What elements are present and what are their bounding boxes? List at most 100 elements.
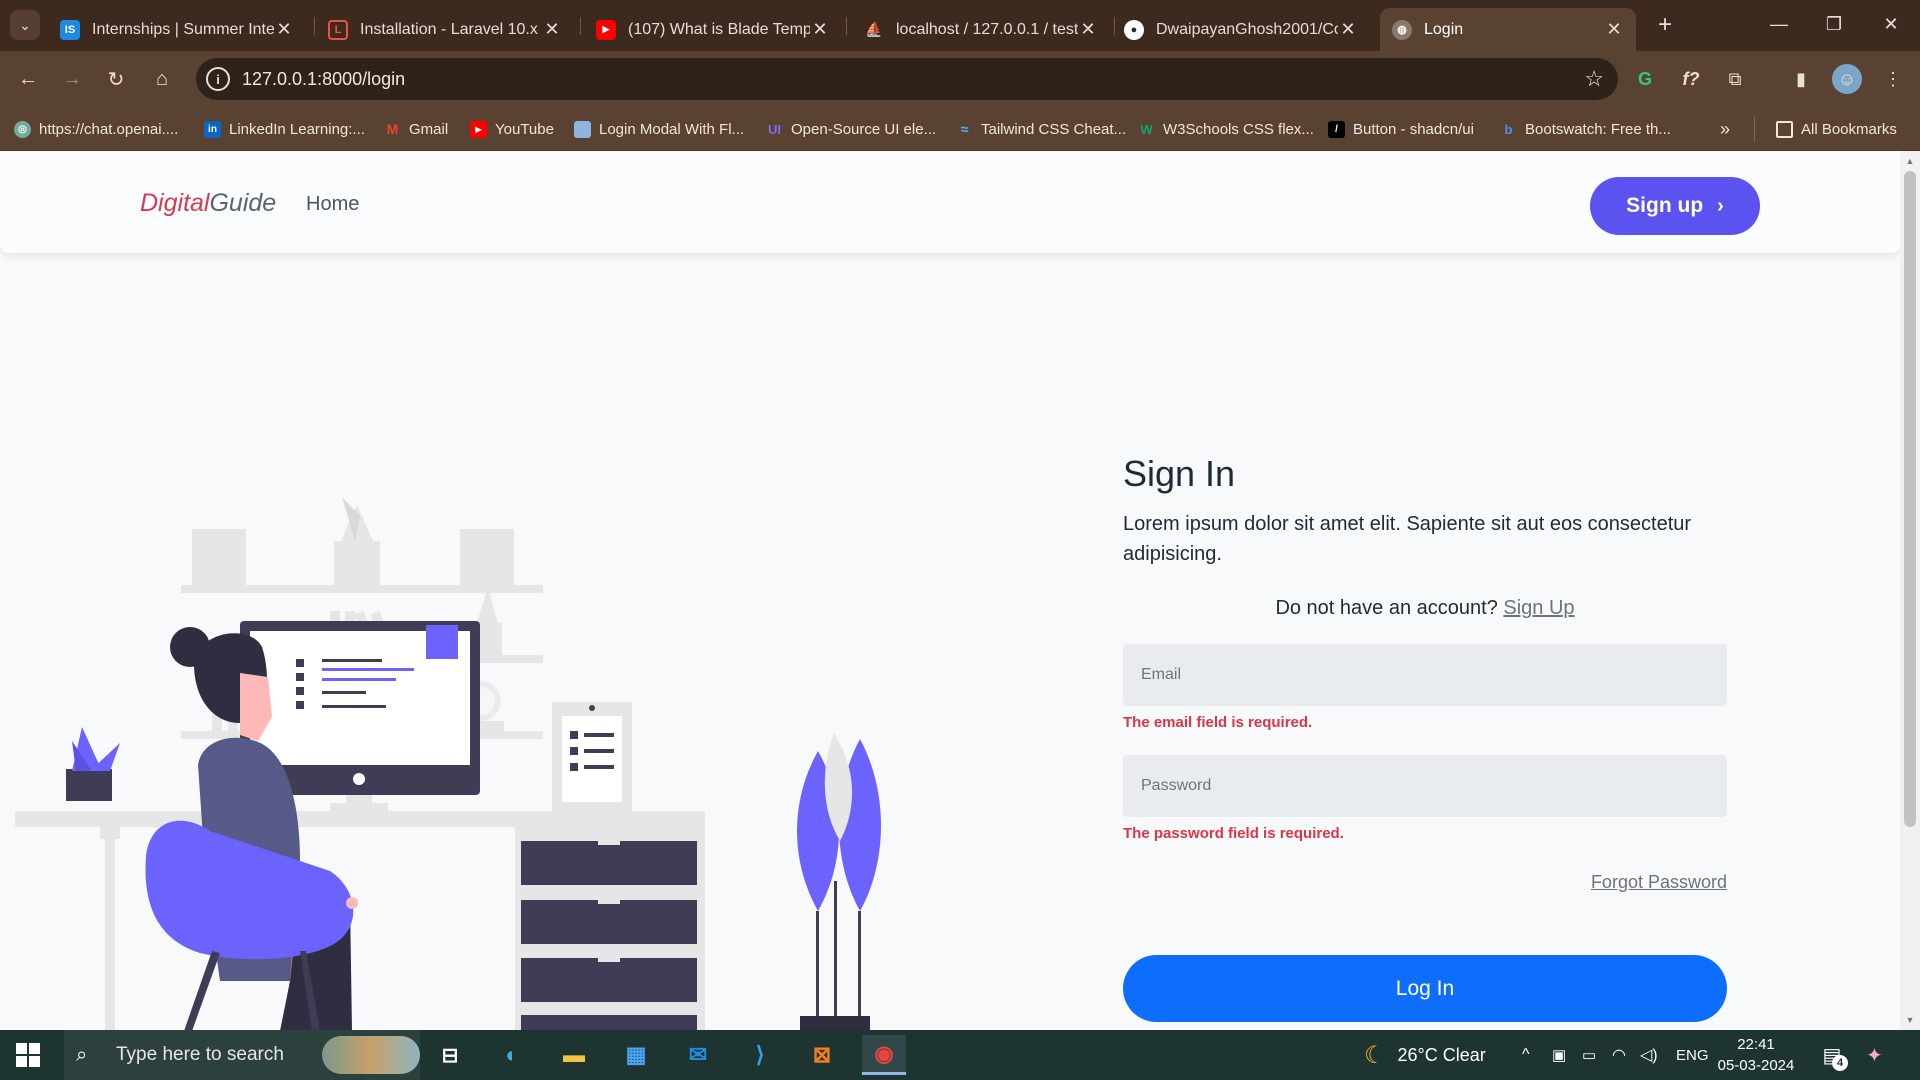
youtube-icon: ▶	[470, 120, 487, 138]
tab-title: Installation - Laravel 10.x -	[360, 20, 542, 38]
bookmark-label: Button - shadcn/ui	[1353, 120, 1474, 138]
all-bookmarks-label: All Bookmarks	[1801, 120, 1897, 138]
close-tab-icon[interactable]: ✕	[1078, 19, 1098, 40]
scroll-up-icon[interactable]: ▲	[1900, 153, 1920, 169]
bookmark-item[interactable]: b Bootswatch: Free th...	[1500, 118, 1671, 140]
battery-icon[interactable]: ▭	[1582, 1030, 1596, 1080]
task-view-icon[interactable]: ⊟	[428, 1035, 472, 1075]
bootswatch-icon: b	[1504, 121, 1513, 137]
password-field[interactable]	[1123, 755, 1727, 817]
scrollbar-thumb[interactable]	[1904, 171, 1916, 827]
bookmark-item[interactable]: Login Modal With Fl...	[574, 118, 744, 140]
close-tab-icon[interactable]: ✕	[274, 19, 294, 40]
bookmark-label: Tailwind CSS Cheat...	[981, 120, 1127, 138]
menu-kebab-icon[interactable]: ⋮	[1878, 64, 1908, 94]
volume-icon[interactable]: ◁)	[1640, 1030, 1658, 1080]
language-indicator[interactable]: ENG	[1676, 1030, 1709, 1080]
login-button[interactable]: Log In	[1123, 955, 1727, 1022]
gmail-icon: M	[386, 121, 399, 137]
weather-widget[interactable]: ☾ 26°C Clear	[1364, 1030, 1486, 1080]
more-bookmarks-chevron-icon[interactable]: »	[1720, 118, 1730, 140]
taskbar-search[interactable]: ⌕ Type here to search	[64, 1030, 420, 1080]
profile-avatar[interactable]: ☺	[1832, 64, 1862, 94]
page-scrollbar[interactable]: ▲ ▼	[1900, 151, 1920, 1030]
forward-icon[interactable]: →	[56, 63, 88, 95]
email-field[interactable]	[1123, 644, 1727, 706]
forgot-password-link[interactable]: Forgot Password	[1123, 872, 1727, 893]
side-panel-icon[interactable]: ▮	[1786, 64, 1816, 94]
notification-count: 4	[1832, 1055, 1848, 1071]
edge-icon[interactable]: ◐	[490, 1035, 534, 1075]
tab-login[interactable]: ◍ Login ✕	[1380, 8, 1636, 51]
bookmark-item[interactable]: ▶ YouTube	[470, 118, 554, 140]
bookmark-label: LinkedIn Learning:...	[229, 120, 365, 138]
file-explorer-icon[interactable]: ▬	[552, 1035, 596, 1075]
close-tab-icon[interactable]: ✕	[1604, 19, 1624, 40]
notification-center-icon[interactable]: ▤ 4	[1818, 1041, 1848, 1071]
meet-now-icon[interactable]: ▣	[1552, 1030, 1566, 1080]
bookmark-item[interactable]: ≈ Tailwind CSS Cheat...	[956, 118, 1126, 140]
windows-start-icon[interactable]	[16, 1043, 40, 1067]
site-info-icon[interactable]: i	[206, 67, 230, 91]
brand-logo[interactable]: DigitalGuide	[140, 189, 276, 218]
reload-icon[interactable]: ↻	[100, 63, 132, 95]
youtube-icon: ▶	[596, 19, 616, 40]
url-text[interactable]: 127.0.0.1:8000/login	[242, 69, 405, 90]
nav-home-link[interactable]: Home	[306, 193, 359, 216]
restore-icon[interactable]: ❐	[1805, 6, 1863, 42]
bookmark-label: Gmail	[409, 120, 449, 138]
scroll-down-icon[interactable]: ▼	[1900, 1012, 1920, 1028]
close-tab-icon[interactable]: ✕	[810, 19, 830, 40]
home-icon[interactable]: ⌂	[146, 63, 178, 95]
bookmark-label: https://chat.openai....	[39, 120, 179, 138]
search-placeholder: Type here to search	[116, 1044, 284, 1065]
phpmyadmin-icon: ⛵	[865, 21, 883, 37]
login-form: Sign In Lorem ipsum dolor sit amet elit.…	[1123, 453, 1727, 1022]
vscode-icon[interactable]: ⟩	[738, 1035, 782, 1075]
signup-link[interactable]: Sign Up	[1503, 597, 1574, 619]
xampp-icon[interactable]: ⊠	[800, 1035, 844, 1075]
bookmark-item[interactable]: in LinkedIn Learning:...	[204, 118, 365, 140]
tab-github[interactable]: ● DwaipayanGhosh2001/Coc ✕	[1112, 8, 1370, 51]
tab-title: Internships | Summer Inter	[92, 20, 274, 38]
bookmark-item[interactable]: ◎ https://chat.openai....	[14, 118, 178, 140]
address-bar[interactable]: i 127.0.0.1:8000/login ☆	[196, 58, 1618, 100]
signup-button[interactable]: Sign up ›	[1590, 177, 1760, 235]
back-icon[interactable]: ←	[12, 63, 44, 95]
show-hidden-icons-chevron-icon[interactable]: ^	[1522, 1030, 1530, 1080]
tab-strip: ⌄ IS Internships | Summer Inter ✕ L Inst…	[0, 0, 1920, 51]
bookmark-item[interactable]: / Button - shadcn/ui	[1328, 118, 1474, 140]
bookmark-star-icon[interactable]: ☆	[1584, 66, 1604, 92]
search-icon: ⌕	[76, 1043, 88, 1066]
github-icon: ●	[1124, 19, 1144, 40]
taskbar-clock[interactable]: 22:41 05-03-2024	[1716, 1034, 1796, 1076]
bookmark-item[interactable]: UI Open-Source UI ele...	[766, 118, 936, 140]
formula-extension-icon[interactable]: f?	[1676, 64, 1706, 94]
wifi-icon[interactable]: ◠	[1612, 1030, 1626, 1080]
brand-part-2: Guide	[209, 189, 277, 217]
copilot-icon[interactable]: ✦	[1866, 1030, 1883, 1080]
tab-title: DwaipayanGhosh2001/Coc	[1156, 20, 1338, 38]
all-bookmarks[interactable]: All Bookmarks	[1776, 118, 1897, 140]
chevron-right-icon: ›	[1717, 194, 1724, 217]
microsoft-store-icon[interactable]: ▦	[614, 1035, 658, 1075]
grammarly-icon[interactable]: G	[1630, 64, 1660, 94]
tab-phpmyadmin[interactable]: ⛵ localhost / 127.0.0.1 / test / ✕	[852, 8, 1110, 51]
close-window-icon[interactable]: ✕	[1862, 6, 1920, 42]
mail-icon[interactable]: ✉	[676, 1035, 720, 1075]
bookmark-item[interactable]: M Gmail	[384, 118, 449, 140]
close-tab-icon[interactable]: ✕	[1338, 19, 1358, 40]
chrome-icon[interactable]: ◉	[862, 1035, 906, 1075]
bookmark-page-icon	[574, 120, 591, 138]
brand-part-1: Digital	[140, 189, 210, 217]
bookmark-item[interactable]: W W3Schools CSS flex...	[1138, 118, 1314, 140]
tab-search-chevron-icon[interactable]: ⌄	[10, 10, 40, 40]
bookmarks-bar: ◎ https://chat.openai.... in LinkedIn Le…	[0, 107, 1920, 151]
tab-youtube[interactable]: ▶ (107) What is Blade Templa ✕	[584, 8, 842, 51]
close-tab-icon[interactable]: ✕	[542, 19, 562, 40]
tab-laravel[interactable]: L Installation - Laravel 10.x - ✕	[316, 8, 574, 51]
tab-internships[interactable]: IS Internships | Summer Inter ✕	[48, 8, 306, 51]
minimize-icon[interactable]: —	[1750, 6, 1808, 42]
new-tab-icon[interactable]: +	[1650, 10, 1680, 40]
extensions-puzzle-icon[interactable]: ⧉	[1720, 64, 1750, 94]
